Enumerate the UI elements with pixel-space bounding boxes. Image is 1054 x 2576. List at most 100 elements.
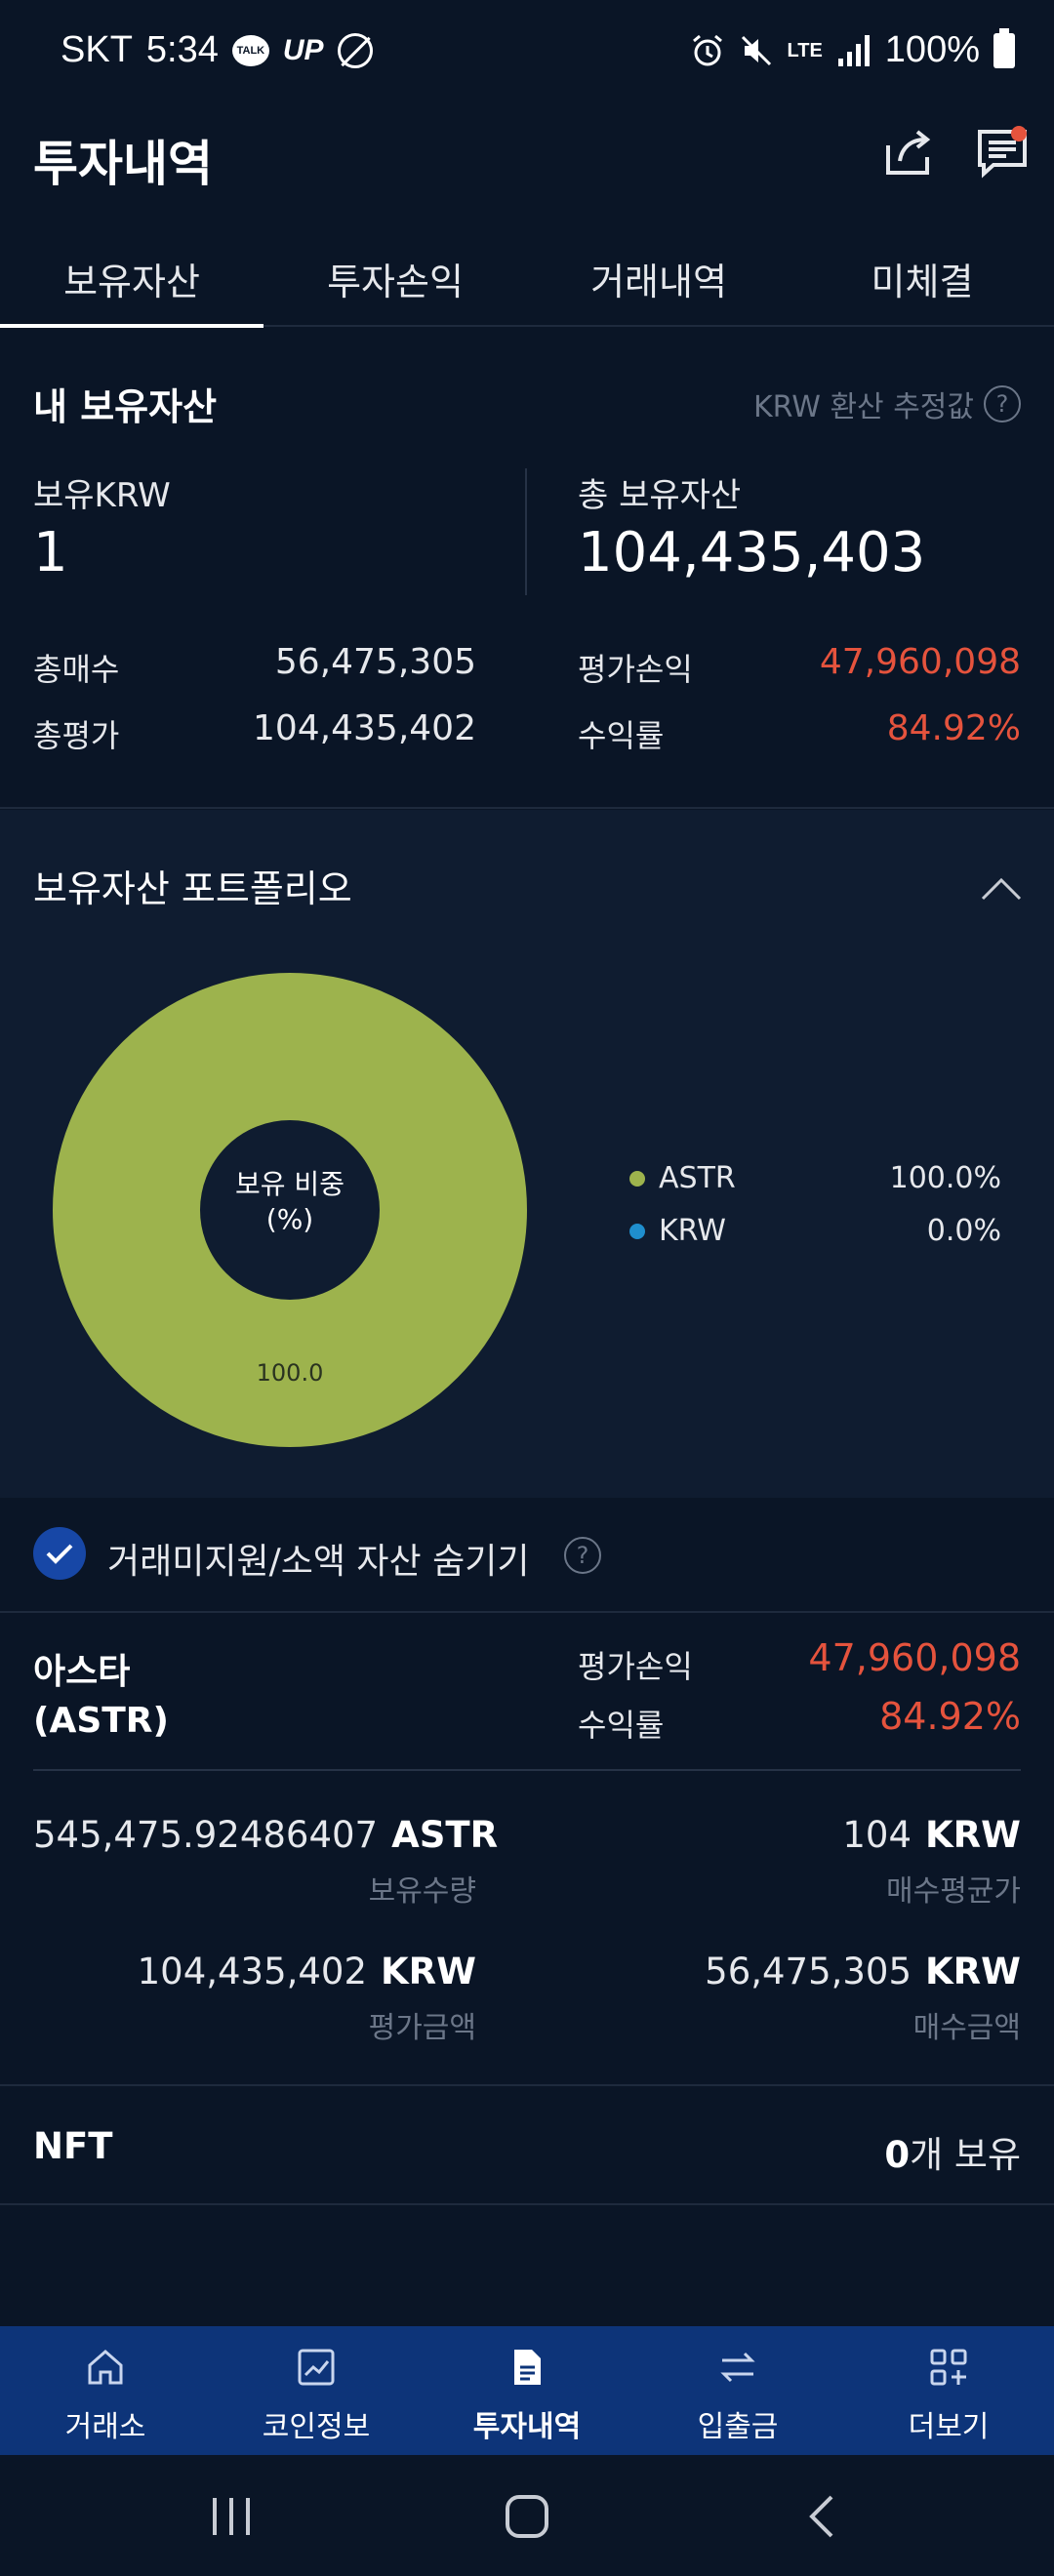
held-krw-value: 1	[33, 521, 68, 584]
pnl-label: 평가손익	[578, 651, 693, 688]
nav-label: 코인정보	[262, 2410, 371, 2444]
buy-amount-label: 매수금액	[912, 2011, 1021, 2045]
carrier: SKT	[61, 29, 133, 70]
eval-amount-label: 평가금액	[368, 2011, 476, 2045]
nav-label: 더보기	[908, 2410, 990, 2444]
nft-title: NFT	[33, 2125, 113, 2167]
battery-icon	[993, 27, 1015, 68]
donut-center-unit: (%)	[266, 1203, 313, 1235]
nft-row[interactable]: NFT 0개 보유	[0, 2088, 1054, 2205]
held-krw-label: 보유KRW	[33, 476, 171, 515]
tab-bar: 보유자산 투자손익 거래내역 미체결	[0, 229, 1054, 329]
nav-deposit-withdraw[interactable]: 입출금	[632, 2326, 843, 2455]
status-bar: SKT 5:34 TALK UP LTE 100%	[0, 0, 1054, 112]
krw-estimate-note[interactable]: KRW 환산 추정값 ?	[753, 382, 1021, 425]
legend-dot-astr	[629, 1171, 645, 1187]
transfer-icon	[720, 2352, 755, 2383]
nav-exchange[interactable]: 거래소	[0, 2326, 211, 2455]
asset-return-label: 수익률	[578, 1707, 665, 1744]
asset-pnl-label: 평가손익	[578, 1648, 693, 1685]
app-header: 투자내역	[0, 112, 1054, 249]
hide-small-assets-checkbox[interactable]	[33, 1527, 86, 1580]
avg-price-label: 매수평균가	[886, 1874, 1021, 1909]
document-icon	[514, 2350, 541, 2385]
nav-label: 투자내역	[472, 2410, 582, 2444]
total-assets-value: 104,435,403	[578, 521, 926, 584]
total-eval-value: 104,435,402	[252, 708, 476, 748]
legend-name-krw: KRW	[659, 1214, 726, 1248]
total-buy-label: 총매수	[33, 651, 120, 688]
avg-price-unit: KRW	[925, 1814, 1021, 1856]
checkmark-icon	[46, 1544, 73, 1564]
nav-label: 거래소	[64, 2410, 146, 2444]
eval-amount-value: 104,435,402	[137, 1951, 368, 1992]
nav-investment-history[interactable]: 투자내역	[422, 2326, 632, 2455]
chart-icon	[298, 2349, 335, 2386]
buy-amount: 56,475,305 KRW	[578, 1951, 1021, 1992]
help-icon[interactable]: ?	[564, 1537, 601, 1574]
asset-name: 아스타 (ASTR)	[33, 1648, 169, 1746]
divider	[33, 1769, 1021, 1771]
portfolio-section: 보유자산 포트폴리오 보유 비중 (%) 100.0 ASTR 100.0% K…	[0, 810, 1054, 1498]
nav-more[interactable]: 더보기	[843, 2326, 1054, 2455]
quantity-label: 보유수량	[368, 1874, 476, 1909]
legend-dot-krw	[629, 1224, 645, 1239]
home-icon	[88, 2350, 123, 2385]
back-icon[interactable]	[802, 2494, 841, 2539]
lte-indicator: LTE	[787, 39, 823, 61]
alarm-icon	[692, 34, 722, 65]
portfolio-title: 보유자산 포트폴리오	[33, 867, 352, 910]
pnl-value: 47,960,098	[819, 642, 1021, 682]
quantity-value: 545,475.92486407	[33, 1814, 379, 1856]
recent-apps-icon[interactable]	[207, 2494, 256, 2539]
total-assets-label: 총 보유자산	[578, 476, 742, 515]
nav-coin-info[interactable]: 코인정보	[211, 2326, 422, 2455]
battery-percent: 100%	[884, 29, 980, 70]
system-navigation-bar	[0, 2455, 1054, 2576]
summary-title: 내 보유자산	[33, 385, 218, 428]
krw-estimate-label: KRW 환산 추정값	[752, 390, 974, 424]
portfolio-donut-chart: 보유 비중 (%) 100.0	[53, 973, 527, 1447]
tab-unfilled-orders[interactable]: 미체결	[790, 229, 1054, 327]
bottom-navigation: 거래소 코인정보 투자내역 입출금 더보기	[0, 2326, 1054, 2455]
asset-pnl-value: 47,960,098	[808, 1636, 1021, 1679]
mute-icon	[741, 35, 771, 65]
donut-center-label: 보유 비중	[235, 1168, 345, 1200]
eval-amount: 104,435,402 KRW	[33, 1951, 476, 1992]
legend-value-krw: 0.0%	[926, 1214, 1001, 1248]
holdings-summary: 내 보유자산 KRW 환산 추정값 ? 보유KRW 1 총 보유자산 104,4…	[0, 328, 1054, 809]
camera-off-icon	[337, 32, 373, 68]
return-label: 수익률	[578, 717, 665, 754]
grid-plus-icon	[930, 2349, 967, 2386]
total-buy-value: 56,475,305	[274, 642, 476, 682]
upbit-notification-icon: UP	[282, 33, 324, 66]
asset-card-astr[interactable]: 아스타 (ASTR) 평가손익 47,960,098 수익률 84.92% 54…	[0, 1613, 1054, 2086]
share-icon[interactable]	[878, 122, 939, 182]
page-title: 투자내역	[33, 136, 213, 192]
quantity-unit: ASTR	[391, 1814, 499, 1856]
asset-symbol: (ASTR)	[33, 1701, 169, 1741]
return-value: 84.92%	[886, 708, 1021, 748]
nav-label: 입출금	[697, 2410, 779, 2444]
hide-small-assets-row[interactable]: 거래미지원/소액 자산 숨기기 ?	[0, 1498, 1054, 1613]
total-eval-label: 총평가	[33, 717, 120, 754]
avg-price-value: 104	[842, 1814, 912, 1856]
buy-amount-value: 56,475,305	[705, 1951, 912, 1992]
divider	[525, 468, 527, 595]
notification-dot	[1011, 126, 1027, 141]
home-button-icon[interactable]	[503, 2494, 551, 2539]
tab-trade-history[interactable]: 거래내역	[527, 229, 790, 327]
nft-count-suffix: 개 보유	[910, 2134, 1021, 2176]
help-icon[interactable]: ?	[984, 385, 1021, 423]
chevron-up-icon[interactable]	[980, 876, 1023, 902]
signal-icon	[837, 34, 870, 66]
tab-holdings[interactable]: 보유자산	[0, 229, 264, 329]
buy-amount-unit: KRW	[925, 1951, 1021, 1992]
nft-count-value: 0	[884, 2134, 911, 2176]
asset-name-korean: 아스타	[33, 1652, 131, 1692]
clock: 5:34	[145, 29, 219, 70]
eval-amount-unit: KRW	[381, 1951, 476, 1992]
tab-investment-pnl[interactable]: 투자손익	[264, 229, 527, 327]
nft-count: 0개 보유	[884, 2125, 1021, 2178]
legend-value-astr: 100.0%	[889, 1161, 1001, 1195]
